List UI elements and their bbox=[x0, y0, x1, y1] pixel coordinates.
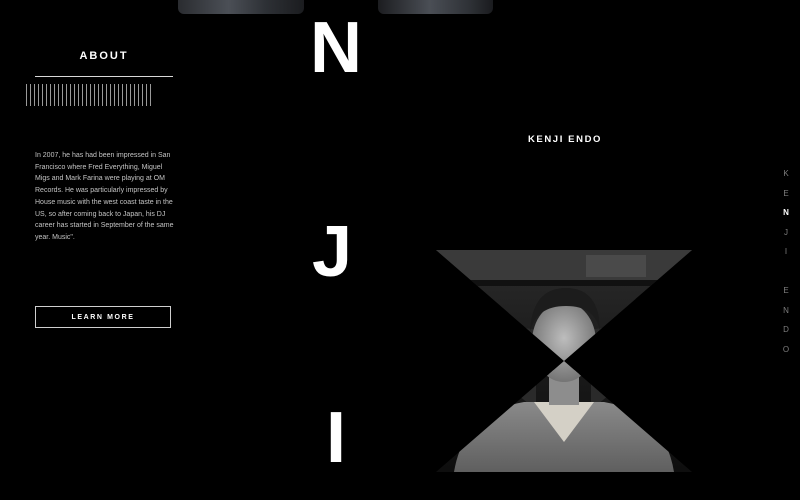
artist-photo bbox=[436, 250, 692, 472]
artist-name-heading: KENJI ENDO bbox=[527, 134, 603, 145]
side-nav-letter[interactable]: J bbox=[779, 223, 793, 243]
side-nav-letter[interactable]: K bbox=[779, 164, 793, 184]
side-nav-spacer bbox=[779, 262, 793, 282]
vertical-name-nav: K E N J I E N D O bbox=[779, 164, 793, 359]
big-letter-i: I bbox=[325, 398, 346, 478]
side-nav-letter[interactable]: N bbox=[779, 301, 793, 321]
side-nav-letter[interactable]: I bbox=[779, 242, 793, 262]
side-nav-letter[interactable]: E bbox=[779, 184, 793, 204]
side-nav-letter[interactable]: D bbox=[779, 320, 793, 340]
side-nav-letter[interactable]: O bbox=[779, 340, 793, 360]
about-divider bbox=[35, 76, 173, 77]
top-photo-fragment-right bbox=[378, 0, 493, 14]
learn-more-button[interactable]: LEARN MORE bbox=[35, 306, 171, 328]
about-heading: ABOUT bbox=[79, 50, 129, 62]
about-text: In 2007, he has had been impressed in Sa… bbox=[35, 152, 174, 241]
big-letter-j: J bbox=[311, 212, 353, 292]
top-photo-fragment-left bbox=[178, 0, 304, 14]
barcode-decoration bbox=[26, 84, 152, 106]
big-letter-n: N bbox=[310, 8, 362, 88]
side-nav-letter-active[interactable]: N bbox=[779, 203, 793, 223]
side-nav-letter[interactable]: E bbox=[779, 281, 793, 301]
